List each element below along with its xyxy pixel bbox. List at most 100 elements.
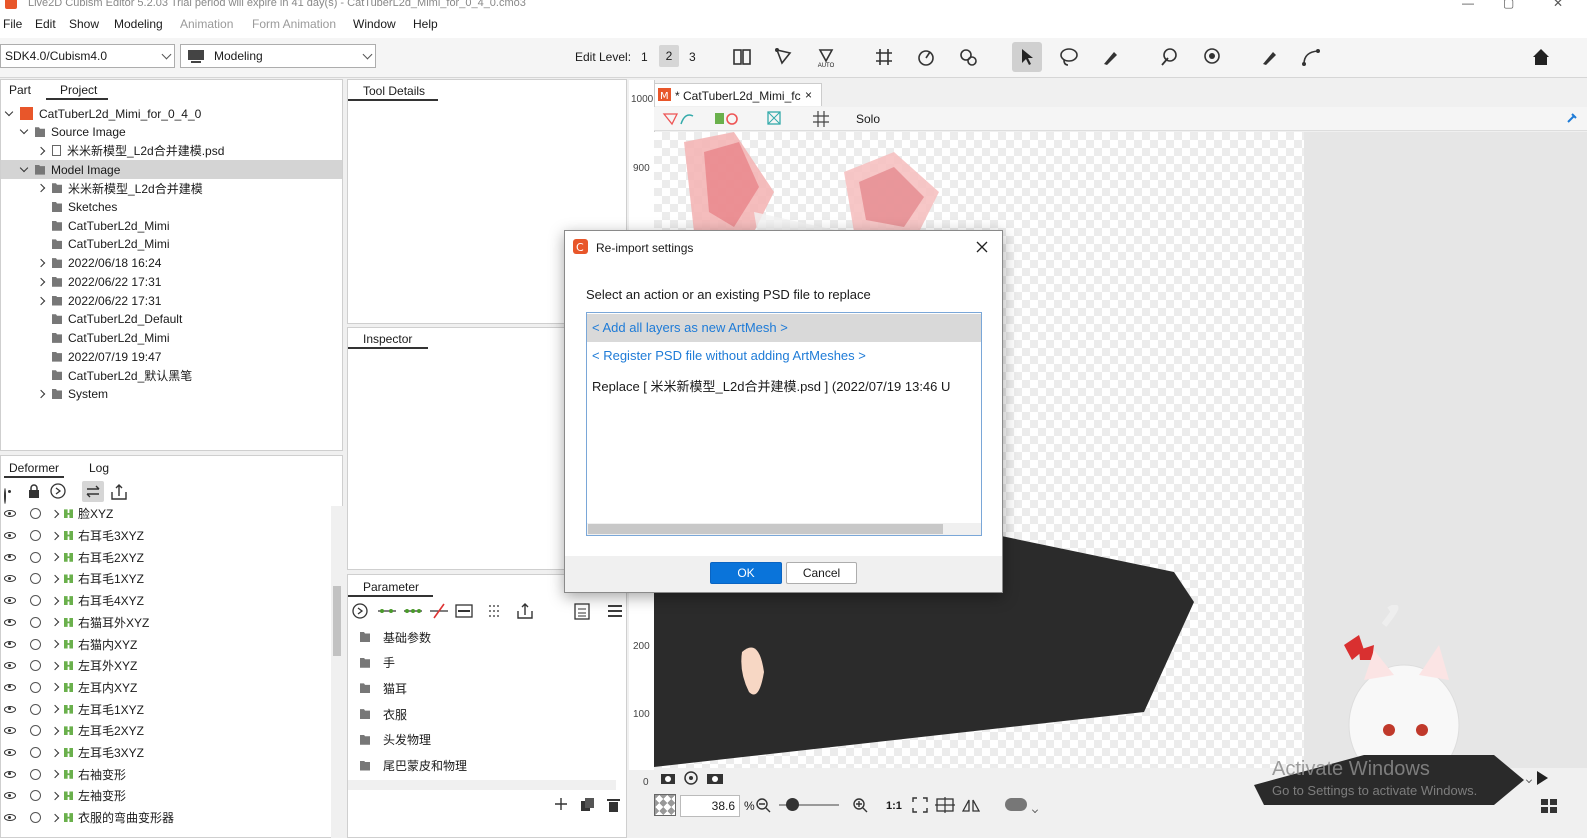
- deformer-scrollbar[interactable]: [331, 506, 343, 838]
- auto-mesh-icon[interactable]: AUTO: [813, 44, 839, 70]
- tree-item[interactable]: 2022/06/22 17:31: [1, 272, 342, 291]
- deformer-row[interactable]: 左耳毛2XYZ: [1, 720, 331, 742]
- parameter-group[interactable]: 头发物理: [360, 730, 431, 750]
- parameter-group[interactable]: 猫耳: [360, 678, 407, 698]
- scrollbar-thumb[interactable]: [333, 586, 341, 656]
- tree-item[interactable]: System: [1, 385, 342, 404]
- list-hscrollbar[interactable]: [587, 523, 981, 535]
- visibility-eye-icon[interactable]: [4, 792, 16, 800]
- lock-toggle-icon[interactable]: [30, 812, 41, 824]
- deformer-row[interactable]: 脸XYZ: [1, 503, 331, 525]
- chevron-right-icon[interactable]: [36, 184, 46, 193]
- chevron-right-icon[interactable]: [50, 813, 60, 822]
- calculator-icon[interactable]: [573, 602, 591, 620]
- copy-icon[interactable]: [580, 797, 596, 813]
- background-toggle-icon[interactable]: [654, 794, 676, 816]
- lock-toggle-icon[interactable]: [30, 595, 41, 607]
- flip-icon[interactable]: [961, 796, 981, 814]
- lock-toggle-icon[interactable]: [30, 660, 41, 672]
- export-icon[interactable]: [110, 482, 130, 501]
- zoom-input[interactable]: 38.6: [680, 795, 740, 817]
- tree-item[interactable]: 2022/07/19 19:47: [1, 347, 342, 366]
- deformer-row[interactable]: 左耳外XYZ: [1, 655, 331, 677]
- tree-item[interactable]: 米米新模型_L2d合并建模.psd: [1, 141, 342, 160]
- lock-toggle-icon[interactable]: [30, 573, 41, 585]
- chevron-down-icon[interactable]: [19, 125, 29, 135]
- mode-select[interactable]: Modeling: [180, 44, 376, 68]
- tree-item[interactable]: CatTuberL2d_Default: [1, 310, 342, 329]
- export-icon[interactable]: [516, 601, 536, 620]
- chevron-down-icon[interactable]: [4, 107, 14, 116]
- add-icon[interactable]: [554, 797, 568, 811]
- warp-brush-icon[interactable]: [1156, 44, 1182, 70]
- tab-deformer[interactable]: Deformer: [9, 461, 59, 475]
- deformer-row[interactable]: 左耳毛3XYZ: [1, 742, 331, 764]
- chevron-right-icon[interactable]: [50, 791, 60, 801]
- camera-reset-icon[interactable]: [706, 771, 724, 785]
- menu-show[interactable]: Show: [69, 17, 99, 31]
- lock-toggle-icon[interactable]: [30, 725, 41, 737]
- tree-item[interactable]: Sketches: [1, 198, 342, 217]
- menu-modeling[interactable]: Modeling: [114, 17, 163, 31]
- menu-help[interactable]: Help: [413, 17, 438, 31]
- select-arrow-icon[interactable]: [1012, 42, 1042, 72]
- fit-to-window-icon[interactable]: [911, 796, 929, 814]
- tab-project[interactable]: Project: [60, 83, 97, 97]
- chevron-right-icon[interactable]: [50, 704, 60, 714]
- option-add-all-layers[interactable]: < Add all layers as new ArtMesh >: [587, 314, 981, 342]
- visibility-eye-icon[interactable]: [4, 662, 16, 670]
- scrollbar-thumb[interactable]: [588, 524, 943, 534]
- chevron-right-icon[interactable]: [50, 748, 60, 757]
- menu-form-animation[interactable]: Form Animation: [252, 17, 336, 31]
- chevron-right-icon[interactable]: [50, 726, 60, 736]
- lasso-icon[interactable]: [1056, 44, 1082, 70]
- deformer-row[interactable]: 右耳毛4XYZ: [1, 590, 331, 612]
- tree-root[interactable]: CatTuberL2d_Mimi_for_0_4_0: [1, 104, 342, 123]
- menu-window[interactable]: Window: [353, 17, 396, 31]
- visibility-eye-icon[interactable]: [4, 618, 16, 626]
- visibility-eye-icon[interactable]: [4, 770, 16, 778]
- close-window-icon[interactable]: ✕: [1553, 0, 1563, 10]
- lock-toggle-icon[interactable]: [30, 508, 41, 520]
- chevron-right-icon[interactable]: [36, 277, 46, 287]
- chevron-right-icon[interactable]: [50, 596, 60, 605]
- lock-toggle-icon[interactable]: [30, 638, 41, 650]
- actual-size-button[interactable]: 1:1: [886, 800, 902, 812]
- chevron-right-icon[interactable]: [36, 146, 46, 156]
- lock-toggle-icon[interactable]: [30, 768, 41, 780]
- parameter-group[interactable]: 衣服: [360, 704, 407, 724]
- chevron-right-icon[interactable]: [36, 389, 46, 399]
- grid-display-icon[interactable]: [811, 110, 831, 128]
- camera-icon[interactable]: [660, 771, 676, 785]
- bezier-path-icon[interactable]: [1298, 44, 1324, 70]
- tree-item[interactable]: Source Image: [1, 123, 342, 142]
- chevron-right-icon[interactable]: [50, 531, 60, 540]
- parameter-group[interactable]: 手: [360, 653, 395, 673]
- zoom-in-icon[interactable]: [852, 797, 868, 813]
- brush-select-icon[interactable]: [1098, 44, 1124, 70]
- menu-edit[interactable]: Edit: [35, 17, 56, 31]
- cancel-button[interactable]: Cancel: [786, 562, 857, 584]
- tree-item[interactable]: CatTuberL2d_默认黑笔: [1, 366, 342, 385]
- tree-item[interactable]: CatTuberL2d_Mimi: [1, 216, 342, 235]
- sdk-select[interactable]: SDK4.0/Cubism4.0: [0, 44, 175, 68]
- menu-file[interactable]: File: [3, 17, 22, 31]
- tree-item[interactable]: CatTuberL2d_Mimi: [1, 235, 342, 254]
- parameter-grid-icon[interactable]: [487, 603, 503, 619]
- chevron-right-icon[interactable]: [50, 661, 60, 670]
- canvas-center-icon[interactable]: [935, 796, 955, 814]
- layout-grid-icon[interactable]: [1541, 799, 1557, 813]
- tree-item[interactable]: 米米新模型_L2d合并建模: [1, 179, 342, 198]
- tree-item[interactable]: CatTuberL2d_Mimi: [1, 328, 342, 347]
- lock-toggle-icon[interactable]: [30, 790, 41, 802]
- option-register-psd[interactable]: < Register PSD file without adding ArtMe…: [587, 342, 981, 370]
- zoom-slider-thumb[interactable]: [786, 798, 799, 811]
- expand-all-icon[interactable]: [352, 603, 369, 620]
- deformer-row[interactable]: 左耳毛1XYZ: [1, 698, 331, 720]
- tree-item[interactable]: Model Image: [1, 160, 342, 180]
- pen-icon[interactable]: [1256, 44, 1282, 70]
- texture-display-icon[interactable]: [766, 110, 782, 126]
- delete-keyform-icon[interactable]: [429, 602, 449, 620]
- edit-level-1[interactable]: 1: [641, 50, 648, 64]
- deformer-row[interactable]: 右袖变形: [1, 763, 331, 785]
